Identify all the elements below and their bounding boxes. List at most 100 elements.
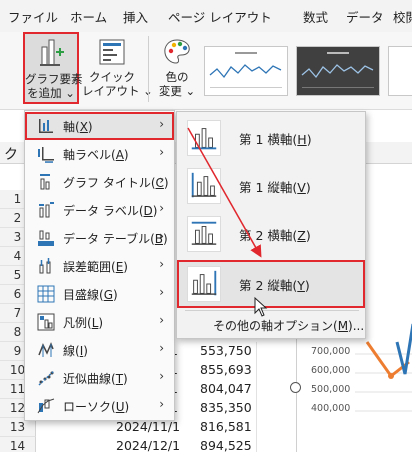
- name-box-partial[interactable]: ク: [4, 144, 18, 164]
- submenu-item-text: 第 2 横軸(: [239, 228, 298, 243]
- submenu-item-label: 第 1 横軸(H): [239, 129, 312, 148]
- chart-style-preview-icon: [301, 52, 374, 88]
- menu-item-label: ローソク(U): [63, 398, 129, 415]
- menu-item-label: 軸ラベル(A): [63, 146, 129, 163]
- menu-item-text-tail: ): [113, 288, 118, 302]
- submenu-item-text-tail: ): [305, 228, 311, 243]
- submenu-item-accelerator: H: [297, 132, 307, 147]
- table-cell-value[interactable]: 835,350: [200, 399, 252, 418]
- primary-vertical-axis-icon: [187, 168, 221, 204]
- submenu-item-secondary-horizontal[interactable]: 第 2 横軸(Z): [177, 210, 365, 258]
- submenu-divider: [185, 310, 359, 311]
- menu-item-text-tail: ): [98, 316, 104, 330]
- table-cell-value[interactable]: 894,525: [200, 437, 252, 452]
- chevron-right-icon: ›: [159, 397, 164, 411]
- chart-title-icon: [40, 174, 50, 190]
- tab-file[interactable]: ファイル: [8, 7, 58, 26]
- menu-item-legend[interactable]: 凡例(L) ›: [25, 308, 174, 336]
- menu-item-text: 線(: [63, 344, 80, 358]
- menu-item-text-tail: ): [87, 120, 93, 134]
- menu-item-axis-titles[interactable]: 軸ラベル(A) ›: [25, 140, 174, 168]
- menu-item-accelerator: G: [103, 288, 113, 302]
- chart-style-thumbnail[interactable]: [204, 46, 288, 96]
- chevron-down-icon: ⌄: [65, 86, 75, 100]
- table-cell-value[interactable]: 553,750: [200, 342, 252, 361]
- change-colors-label-2: 変更: [158, 84, 182, 98]
- menu-item-error-bars[interactable]: 誤差範囲(E) ›: [25, 252, 174, 280]
- chart-style-thumbnail-dark[interactable]: [296, 46, 380, 96]
- quick-layout-label-2-row: レイアウト ⌄: [82, 84, 153, 98]
- menu-item-data-labels[interactable]: データ ラベル(D) ›: [25, 196, 174, 224]
- submenu-item-text: 第 1 縦軸(: [239, 180, 298, 195]
- chevron-right-icon: ›: [159, 313, 164, 327]
- submenu-item-accelerator: Z: [297, 228, 306, 243]
- menu-item-text: 軸ラベル(: [63, 148, 116, 162]
- tab-home[interactable]: ホーム: [70, 7, 107, 26]
- add-chart-element-label-1: グラフ要素: [25, 72, 83, 86]
- menu-item-chart-title[interactable]: グラフ タイトル(C) ›: [25, 168, 174, 196]
- add-chart-element-button[interactable]: グラフ要素 を追加 ⌄: [23, 32, 83, 104]
- chevron-right-icon: ›: [159, 229, 164, 243]
- table-cell-value[interactable]: 804,047: [200, 380, 252, 399]
- table-cell-date[interactable]: 2024/12/1: [116, 437, 180, 452]
- menu-item-data-table[interactable]: データ テーブル(B) ›: [25, 224, 174, 252]
- menu-item-trendline[interactable]: 近似曲線(T) ›: [25, 364, 174, 392]
- menu-item-text-tail: ): [83, 344, 88, 358]
- tab-formulas[interactable]: 数式: [303, 7, 328, 26]
- more-axis-options-tail: )...: [348, 319, 365, 333]
- submenu-item-label: 第 2 横軸(Z): [239, 225, 311, 244]
- chart-style-thumbnail-partial[interactable]: [388, 46, 412, 96]
- secondary-vertical-axis-icon: [187, 266, 221, 302]
- menu-item-text: 凡例(: [63, 316, 92, 330]
- menu-item-label: 目盛線(G): [63, 286, 118, 303]
- secondary-horizontal-axis-icon: [187, 216, 221, 252]
- chart-resize-handle[interactable]: [290, 382, 301, 393]
- menu-item-up-down-bars[interactable]: ローソク(U) ›: [25, 392, 174, 420]
- tab-page-layout[interactable]: ページ レイアウト: [168, 7, 272, 26]
- chevron-right-icon: ›: [159, 341, 164, 355]
- up-down-bars-icon: [37, 398, 55, 414]
- primary-horizontal-axis-icon: [187, 120, 221, 156]
- quick-layout-button[interactable]: クイック レイアウト ⌄: [82, 34, 153, 104]
- menu-item-label: 近似曲線(T): [63, 370, 128, 387]
- menu-item-axes[interactable]: 軸(X) ›: [25, 112, 174, 140]
- chevron-right-icon: ›: [159, 173, 164, 187]
- menu-item-lines[interactable]: 線(I) ›: [25, 336, 174, 364]
- change-colors-button[interactable]: 色の 変更 ⌄: [154, 34, 200, 104]
- submenu-item-label: 第 2 縦軸(Y): [239, 275, 310, 294]
- submenu-item-text: 第 1 横軸(: [239, 132, 298, 147]
- chevron-right-icon: ›: [159, 257, 164, 271]
- row-header[interactable]: 14: [0, 437, 36, 452]
- submenu-item-label: 第 1 縦軸(V): [239, 177, 311, 196]
- submenu-item-text-tail: ): [306, 132, 312, 147]
- table-cell-value[interactable]: 855,693: [200, 361, 252, 380]
- column-gridline: [256, 342, 257, 452]
- submenu-item-primary-horizontal[interactable]: 第 1 横軸(H): [177, 114, 365, 162]
- menu-item-text: ローソク(: [63, 400, 116, 414]
- data-table-icon: [38, 230, 54, 246]
- menu-item-text-tail: ): [123, 148, 129, 162]
- tab-insert[interactable]: 挿入: [123, 7, 148, 26]
- table-cell-value[interactable]: 816,581: [200, 418, 252, 437]
- palette-icon: [164, 39, 190, 64]
- more-axis-options-item[interactable]: その他の軸オプション(M)...: [177, 312, 365, 338]
- legend-icon: [37, 313, 55, 331]
- submenu-item-text-tail: ): [304, 278, 310, 293]
- menu-item-text: データ ラベル(: [63, 204, 144, 218]
- quick-layout-icon: [99, 39, 125, 65]
- tab-data[interactable]: データ: [346, 7, 384, 26]
- ribbon-separator: [148, 36, 149, 102]
- more-axis-options-text: その他の軸オプション(: [213, 319, 338, 333]
- menu-item-label: データ テーブル(B): [63, 230, 168, 247]
- submenu-item-primary-vertical[interactable]: 第 1 縦軸(V): [177, 162, 365, 210]
- tab-review[interactable]: 校閲: [393, 7, 412, 26]
- add-chart-element-label-2: を追加: [27, 86, 62, 100]
- menu-item-gridlines[interactable]: 目盛線(G) ›: [25, 280, 174, 308]
- menu-item-text: グラフ タイトル(: [63, 176, 156, 190]
- lines-icon: [38, 342, 54, 357]
- menu-item-accelerator: T: [115, 372, 124, 386]
- menu-item-text-tail: ): [124, 400, 130, 414]
- series-line-blue: [395, 323, 412, 375]
- submenu-item-secondary-vertical[interactable]: 第 2 縦軸(Y): [177, 260, 365, 308]
- menu-item-text: 近似曲線(: [63, 372, 116, 386]
